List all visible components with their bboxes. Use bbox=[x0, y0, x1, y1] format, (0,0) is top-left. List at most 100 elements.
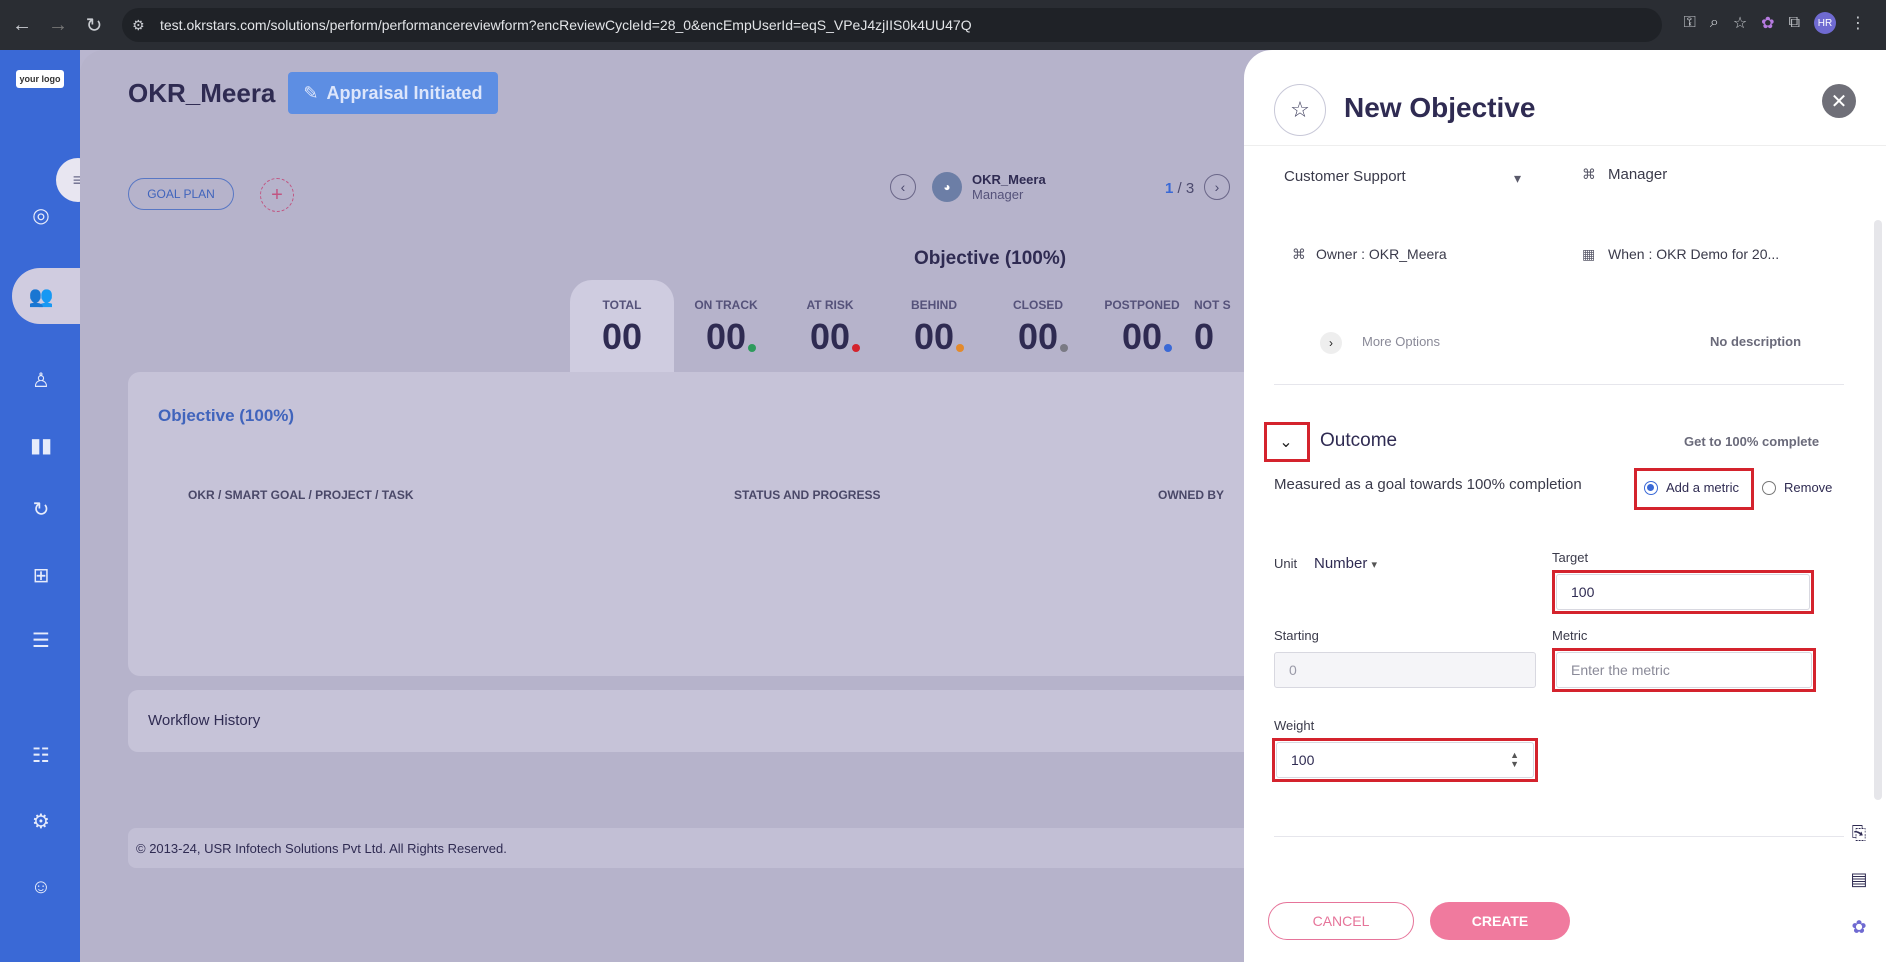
remove-label: Remove bbox=[1784, 480, 1833, 495]
pager-total: 3 bbox=[1185, 180, 1195, 197]
divider bbox=[1274, 836, 1844, 837]
starting-input[interactable]: 0 bbox=[1274, 652, 1536, 688]
sidebar-item-team-active[interactable]: 👥 bbox=[12, 268, 80, 324]
cancel-button[interactable]: CANCEL bbox=[1268, 902, 1414, 940]
more-options-link[interactable]: More Options bbox=[1362, 334, 1440, 349]
metric-label: Metric bbox=[1552, 628, 1588, 643]
panel-title: New Objective bbox=[1344, 92, 1536, 123]
unit-label: Unit bbox=[1274, 556, 1298, 571]
appraisal-status-label: Appraisal Initiated bbox=[326, 82, 483, 103]
status-stats: TOTAL 00 ON TRACK 00 AT RISK 00 BEHIND 0… bbox=[570, 280, 1234, 372]
on-track-dot bbox=[748, 344, 757, 352]
next-employee-button[interactable]: › bbox=[1204, 174, 1230, 200]
assistant-brain-icon[interactable]: ✿ bbox=[1844, 912, 1874, 942]
metric-input[interactable]: Enter the metric bbox=[1556, 652, 1812, 688]
add-metric-radio[interactable]: Add a metric bbox=[1644, 480, 1739, 495]
app-area: your logo ◎ 👥 ♙ ▮▮ ↻ ⊞ ☰ ☷ ⚙ ☺ ≡ OKR_Mee… bbox=[0, 50, 1886, 962]
support-agent-icon[interactable]: ☺ bbox=[26, 872, 56, 902]
pager-current: 1 bbox=[1165, 180, 1174, 197]
bookmark-star-icon[interactable]: ☆ bbox=[1733, 13, 1747, 33]
site-info-icon[interactable]: ⚙ bbox=[132, 17, 154, 34]
column-header-owned-by: OWNED BY bbox=[1158, 488, 1224, 502]
workflow-history-label: Workflow History bbox=[148, 712, 261, 729]
avatar: ◕ bbox=[932, 172, 962, 202]
pager-user-name: OKR_Meera bbox=[972, 172, 1046, 187]
group-icon[interactable]: ☷ bbox=[26, 740, 56, 770]
translate-icon[interactable]: ⎘ bbox=[1844, 818, 1874, 848]
extension-brain-icon[interactable]: ✿ bbox=[1761, 13, 1774, 33]
target-icon[interactable]: ◎ bbox=[26, 200, 56, 230]
owner-field[interactable]: Owner : OKR_Meera bbox=[1316, 246, 1447, 262]
stat-closed[interactable]: CLOSED 00 bbox=[986, 280, 1090, 372]
at-risk-dot bbox=[852, 344, 861, 352]
prev-employee-button[interactable]: ‹ bbox=[890, 174, 916, 200]
forward-arrow-icon[interactable]: → bbox=[44, 11, 72, 39]
workflow-history-section[interactable]: Workflow History bbox=[128, 690, 1288, 752]
report-icon[interactable]: ☰ bbox=[26, 625, 56, 655]
review-360-icon[interactable]: ↻ bbox=[26, 494, 56, 524]
description-link[interactable]: No description bbox=[1710, 334, 1801, 349]
book-icon[interactable]: ▮▮ bbox=[26, 430, 56, 460]
remove-radio[interactable]: Remove bbox=[1762, 480, 1832, 495]
reader-book-icon[interactable]: ▤ bbox=[1844, 864, 1874, 894]
settings-gear-icon[interactable]: ⚙ bbox=[26, 806, 56, 836]
closed-dot bbox=[1060, 344, 1069, 352]
outcome-progress-hint: Get to 100% complete bbox=[1684, 434, 1820, 449]
unit-value: Number bbox=[1314, 555, 1368, 572]
stat-not-started[interactable]: NOT S 0 bbox=[1194, 280, 1234, 372]
pencil-icon: ✎ bbox=[303, 82, 319, 103]
when-field[interactable]: When : OKR Demo for 20... bbox=[1608, 246, 1779, 262]
pager-separator: / bbox=[1177, 180, 1182, 197]
password-key-icon[interactable]: ⚿ bbox=[1684, 14, 1696, 32]
column-header-okr: OKR / SMART GOAL / PROJECT / TASK bbox=[188, 488, 414, 502]
profile-avatar[interactable]: HR bbox=[1814, 12, 1836, 34]
caret-down-icon: ▾ bbox=[1371, 559, 1378, 571]
stat-on-track[interactable]: ON TRACK 00 bbox=[674, 280, 778, 372]
url-text[interactable]: test.okrstars.com/solutions/perform/perf… bbox=[160, 17, 972, 33]
close-icon[interactable]: ✕ bbox=[1822, 84, 1856, 118]
divider bbox=[1274, 384, 1844, 385]
hierarchy-icon[interactable]: ⊞ bbox=[26, 560, 56, 590]
stat-behind[interactable]: BEHIND 00 bbox=[882, 280, 986, 372]
unit-select[interactable]: Number ▾ bbox=[1314, 555, 1377, 572]
browser-toolbar: ← → ↻ ⚙ test.okrstars.com/solutions/perf… bbox=[0, 0, 1886, 50]
person-icon[interactable]: ♙ bbox=[26, 365, 56, 395]
add-goal-button[interactable]: + bbox=[260, 178, 294, 212]
goal-plan-button[interactable]: GOAL PLAN bbox=[128, 178, 234, 210]
reload-icon[interactable]: ↻ bbox=[80, 11, 108, 39]
stat-at-risk[interactable]: AT RISK 00 bbox=[778, 280, 882, 372]
address-bar[interactable]: ⚙ test.okrstars.com/solutions/perform/pe… bbox=[122, 8, 1662, 42]
objective-card-title[interactable]: Objective (100%) bbox=[158, 406, 294, 426]
company-logo: your logo bbox=[16, 70, 64, 88]
weight-input[interactable]: 100 ▲ ▼ bbox=[1276, 742, 1534, 778]
employee-pager: ‹ ◕ OKR_Meera Manager bbox=[890, 172, 1046, 202]
panel-scrollbar[interactable] bbox=[1874, 220, 1882, 800]
org-chart-icon: ⌘ bbox=[1582, 166, 1596, 182]
appraisal-status-badge[interactable]: ✎ Appraisal Initiated bbox=[288, 72, 498, 114]
behind-dot bbox=[956, 344, 965, 352]
stat-total[interactable]: TOTAL 00 bbox=[570, 280, 674, 372]
weight-label: Weight bbox=[1274, 718, 1315, 733]
chevron-right-icon[interactable]: › bbox=[1320, 332, 1342, 354]
role-value[interactable]: Manager bbox=[1608, 166, 1667, 183]
zoom-icon[interactable]: ⌕ bbox=[1710, 14, 1719, 32]
owner-org-icon: ⌘ bbox=[1292, 246, 1306, 262]
caret-down-icon[interactable]: ▾ bbox=[1514, 170, 1521, 187]
chevron-down-icon[interactable]: ⌄ bbox=[1264, 422, 1308, 462]
outcome-label: Outcome bbox=[1320, 430, 1398, 451]
extensions-puzzle-icon[interactable]: ⧉ bbox=[1789, 14, 1800, 32]
postponed-dot bbox=[1164, 344, 1173, 352]
target-label: Target bbox=[1552, 550, 1589, 565]
column-header-status: STATUS AND PROGRESS bbox=[734, 488, 881, 502]
target-input[interactable]: 100 bbox=[1556, 574, 1810, 610]
create-button[interactable]: CREATE bbox=[1430, 902, 1570, 940]
radio-unselected-icon[interactable] bbox=[1762, 480, 1776, 495]
objective-card: Objective (100%) OKR / SMART GOAL / PROJ… bbox=[128, 372, 1288, 676]
back-arrow-icon[interactable]: ← bbox=[8, 11, 36, 39]
stat-postponed[interactable]: POSTPONED 00 bbox=[1090, 280, 1194, 372]
radio-selected-icon[interactable] bbox=[1644, 480, 1658, 495]
menu-dots-icon[interactable]: ⋮ bbox=[1850, 13, 1866, 33]
add-metric-label: Add a metric bbox=[1666, 480, 1739, 495]
number-stepper-icon[interactable]: ▲ ▼ bbox=[1510, 751, 1519, 769]
department-select[interactable]: Customer Support bbox=[1284, 168, 1406, 185]
